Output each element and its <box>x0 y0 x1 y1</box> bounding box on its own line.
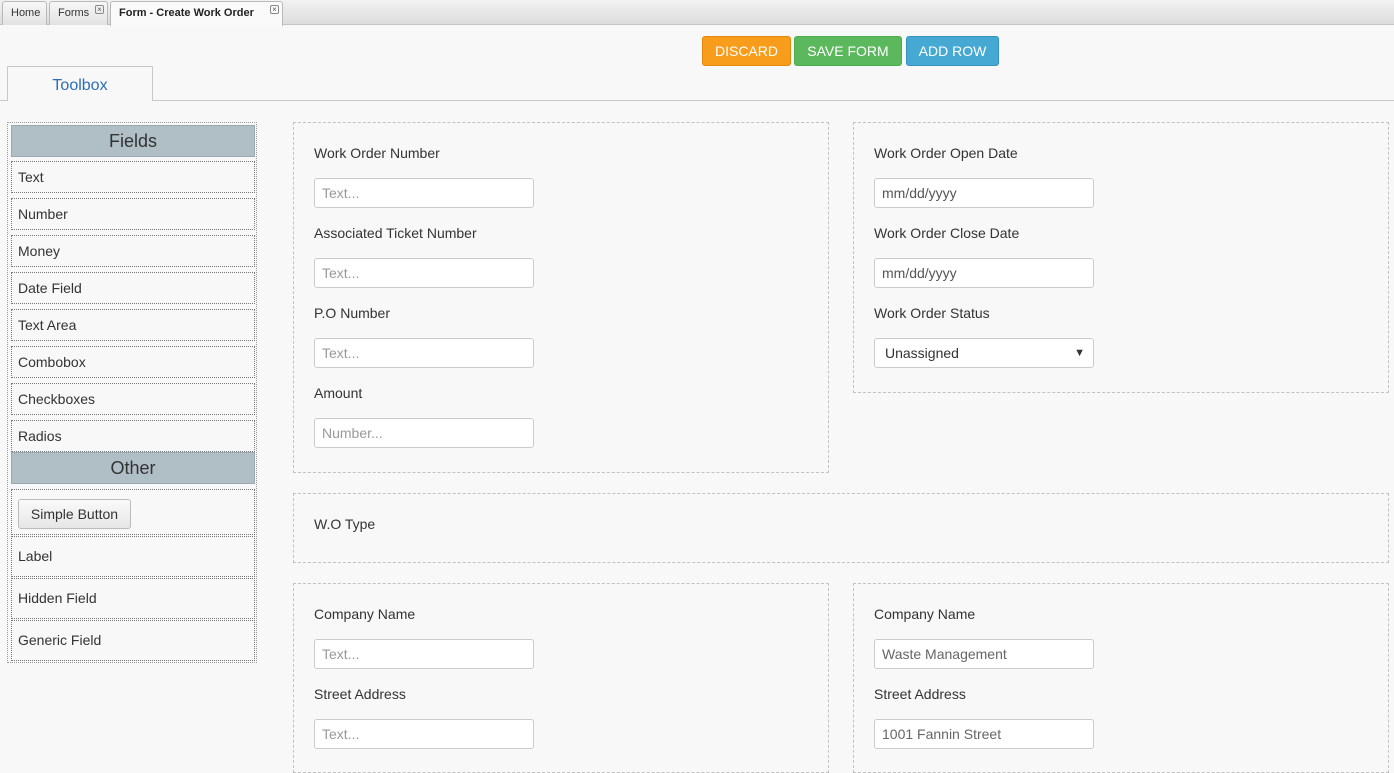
toolbox-item-simple-button[interactable]: Simple Button <box>11 489 255 535</box>
toolbox-item-text[interactable]: Text <box>11 161 255 193</box>
street-address-input[interactable]: 1001 Fannin Street <box>874 719 1094 749</box>
discard-button[interactable]: DISCARD <box>702 36 791 66</box>
street-address-input[interactable]: Text... <box>314 719 534 749</box>
tab-label: Form - Create Work Order <box>119 7 254 19</box>
toolbox-item-money[interactable]: Money <box>11 235 255 267</box>
close-icon[interactable]: × <box>270 5 279 14</box>
close-icon[interactable]: × <box>95 5 104 14</box>
wo-type-label: W.O Type <box>314 516 376 532</box>
tab-forms[interactable]: Forms × <box>49 1 108 25</box>
company-name-label: Company Name <box>874 606 976 622</box>
tab-label: Home <box>11 7 41 19</box>
toolbox-item-radios[interactable]: Radios <box>11 420 255 452</box>
company-name-input[interactable]: Text... <box>314 639 534 669</box>
company-name-input[interactable]: Waste Management <box>874 639 1094 669</box>
amount-input[interactable]: Number... <box>314 418 534 448</box>
form-section-company-left: Company Name Text... Street Address Text… <box>293 583 829 773</box>
simple-button[interactable]: Simple Button <box>18 499 131 529</box>
open-date-input[interactable]: mm/dd/yyyy <box>874 178 1094 208</box>
form-section-dates: Work Order Open Date mm/dd/yyyy Work Ord… <box>853 122 1389 393</box>
add-row-button[interactable]: ADD ROW <box>906 36 999 66</box>
form-section-wo-type: W.O Type <box>293 493 1389 563</box>
tab-create-work-order[interactable]: Form - Create Work Order × <box>110 1 283 26</box>
ticket-number-label: Associated Ticket Number <box>314 225 477 241</box>
tab-label: Forms <box>58 7 90 19</box>
tab-home[interactable]: Home <box>2 1 47 25</box>
close-date-input[interactable]: mm/dd/yyyy <box>874 258 1094 288</box>
toolbox-item-number[interactable]: Number <box>11 198 255 230</box>
ticket-number-input[interactable]: Text... <box>314 258 534 288</box>
dropdown-arrow-icon: ▼ <box>1074 347 1085 359</box>
status-label: Work Order Status <box>874 305 990 321</box>
toolbox-item-generic-field[interactable]: Generic Field <box>11 620 255 661</box>
toolbox-item-hidden-field[interactable]: Hidden Field <box>11 578 255 619</box>
form-section-company-right: Company Name Waste Management Street Add… <box>853 583 1389 773</box>
tab-strip: Home Forms × Form - Create Work Order × <box>0 0 1394 26</box>
street-address-label: Street Address <box>314 686 406 702</box>
toolbox-item-date-field[interactable]: Date Field <box>11 272 255 304</box>
status-select[interactable]: Unassigned ▼ <box>874 338 1094 368</box>
other-header: Other <box>11 452 255 484</box>
toolbox-item-text-area[interactable]: Text Area <box>11 309 255 341</box>
toolbox-item-checkboxes[interactable]: Checkboxes <box>11 383 255 415</box>
toolbox-item-label[interactable]: Label <box>11 536 255 577</box>
close-date-label: Work Order Close Date <box>874 225 1020 241</box>
work-order-number-label: Work Order Number <box>314 145 440 161</box>
status-value: Unassigned <box>885 345 959 361</box>
fields-header: Fields <box>11 125 255 157</box>
amount-label: Amount <box>314 385 363 401</box>
form-section-work-order: Work Order Number Text... Associated Tic… <box>293 122 829 473</box>
save-form-button[interactable]: SAVE FORM <box>794 36 902 66</box>
toolbox-tab[interactable]: Toolbox <box>7 66 153 101</box>
open-date-label: Work Order Open Date <box>874 145 1018 161</box>
street-address-label: Street Address <box>874 686 966 702</box>
work-order-number-input[interactable]: Text... <box>314 178 534 208</box>
tab-divider <box>0 100 1394 101</box>
po-number-label: P.O Number <box>314 305 390 321</box>
company-name-label: Company Name <box>314 606 416 622</box>
po-number-input[interactable]: Text... <box>314 338 534 368</box>
toolbox-item-combobox[interactable]: Combobox <box>11 346 255 378</box>
toolbox-panel: Fields Text Number Money Date Field Text… <box>7 122 257 663</box>
